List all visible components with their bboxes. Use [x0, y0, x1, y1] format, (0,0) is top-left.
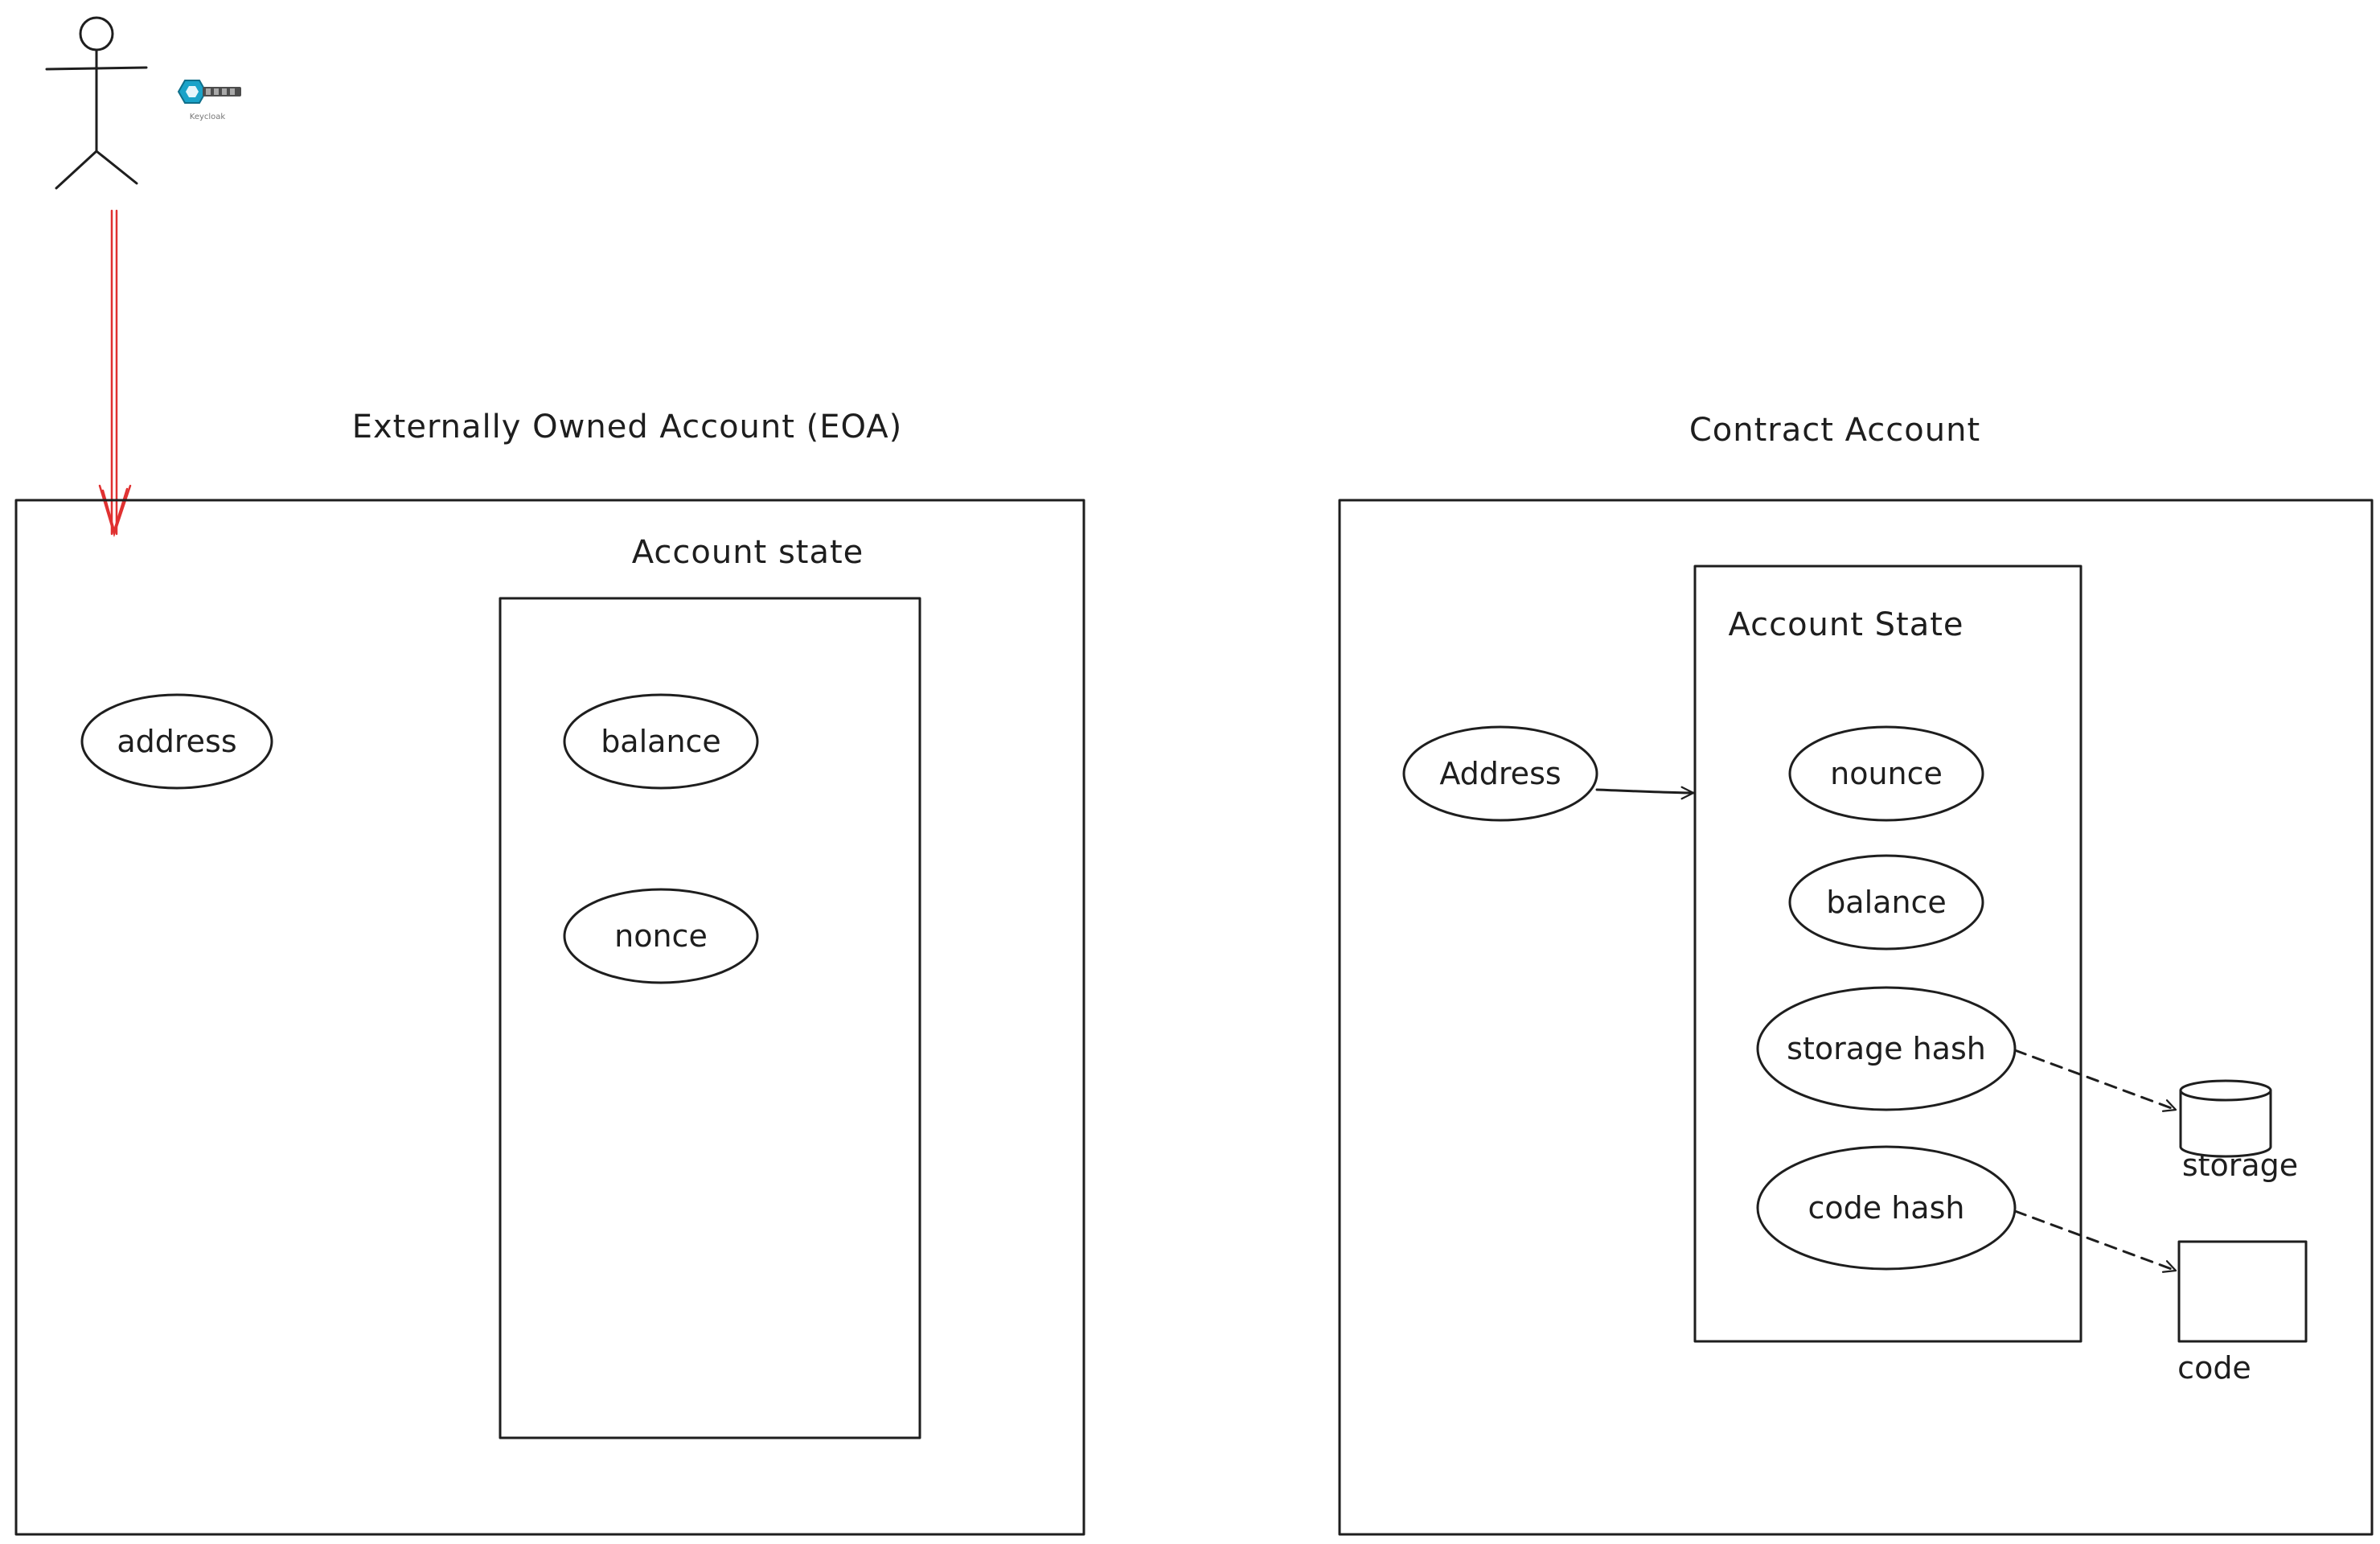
eoa-address-label: address: [117, 724, 236, 759]
eoa-title: Externally Owned Account (EOA): [352, 409, 903, 446]
contract-storage-hash-label: storage hash: [1787, 1031, 1986, 1066]
actor-arrow: [98, 209, 132, 538]
keycloak-caption: Keycloak: [190, 113, 226, 121]
diagram-svg: Keycloak Externally Owned Account (EOA) …: [14, 16, 2374, 1536]
diagram-canvas: Keycloak Externally Owned Account (EOA) …: [0, 0, 2380, 1544]
eoa-box: [14, 499, 1085, 1536]
stick-figure-icon: [45, 16, 148, 190]
eoa-nonce-label: nonce: [614, 918, 708, 954]
storage-label: storage: [2182, 1148, 2298, 1183]
storage-hash-to-storage-arrow: [2013, 1049, 2177, 1112]
code-hash-to-code-arrow: [2013, 1209, 2177, 1273]
code-label: code: [2177, 1350, 2251, 1386]
contract-code-hash-label: code hash: [1808, 1190, 1965, 1226]
eoa-account-state-title: Account state: [632, 534, 864, 571]
eoa-balance-label: balance: [601, 724, 721, 759]
keycloak-logo-icon: Keycloak: [177, 80, 241, 121]
contract-address-label: Address: [1439, 756, 1561, 791]
storage-cylinder-icon: [2179, 1079, 2272, 1158]
address-to-state-arrow: [1595, 786, 1695, 800]
contract-account-state-title: Account State: [1728, 606, 1964, 643]
contract-nounce-label: nounce: [1830, 756, 1943, 791]
contract-title: Contract Account: [1689, 412, 1980, 449]
contract-balance-label: balance: [1826, 885, 1947, 920]
code-box: [2177, 1240, 2308, 1343]
